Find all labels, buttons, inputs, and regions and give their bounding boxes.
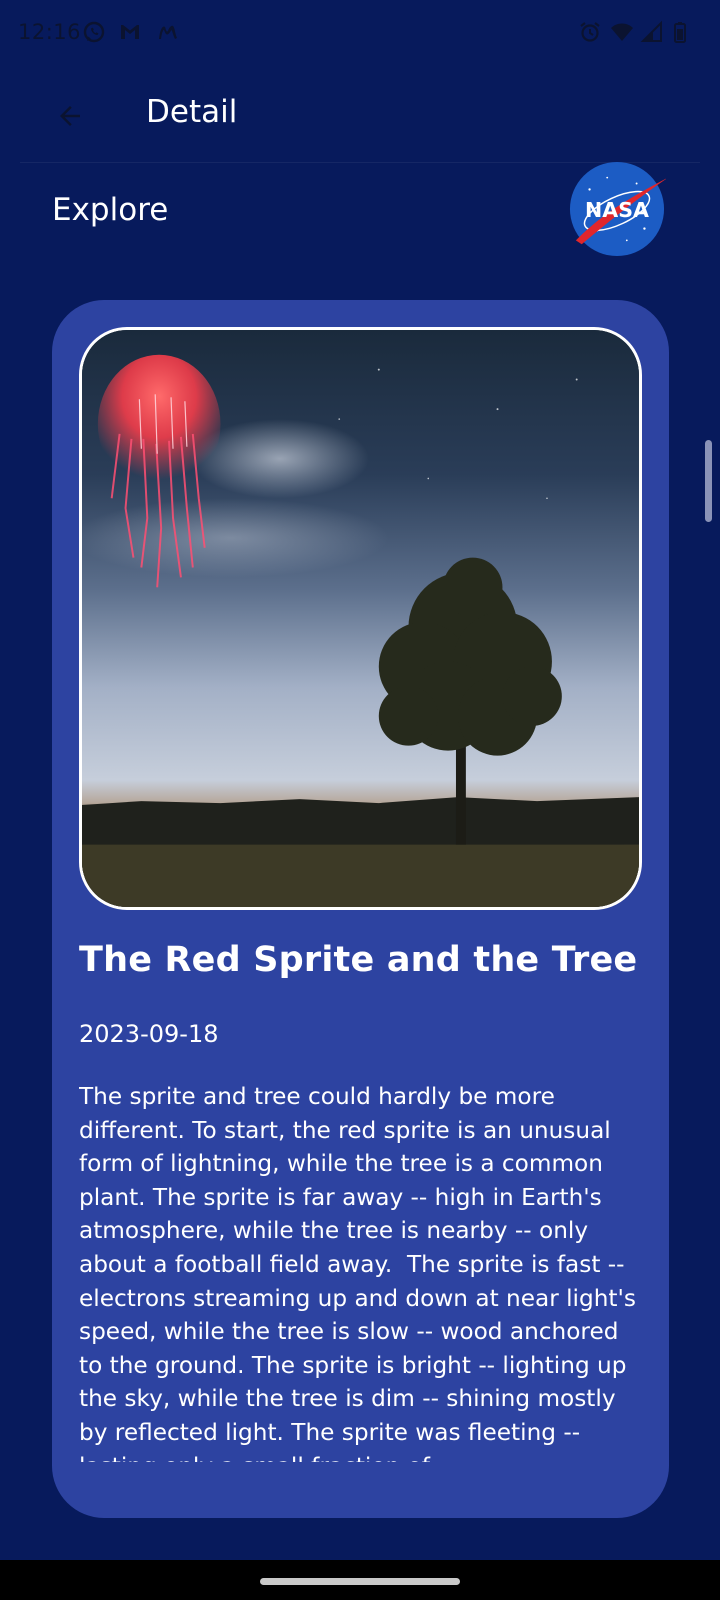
- nasa-logo-text: NASA: [585, 198, 649, 222]
- scrollbar[interactable]: [705, 440, 712, 522]
- item-title: The Red Sprite and the Tree: [79, 940, 638, 980]
- apod-card: The Red Sprite and the Tree 2023-09-18 T…: [52, 300, 669, 1518]
- movistar-icon: [156, 20, 180, 44]
- explore-heading: Explore: [52, 192, 169, 228]
- item-date: 2023-09-18: [79, 1020, 219, 1048]
- detail-screen: 12:16 Detail Explore NASA The Red Sprite…: [0, 0, 720, 1600]
- signal-icon: [640, 20, 664, 44]
- alarm-icon: [578, 20, 602, 44]
- apod-image: [79, 327, 642, 910]
- back-button[interactable]: [48, 94, 92, 138]
- nasa-logo: NASA: [568, 160, 666, 258]
- wifi-icon: [610, 20, 634, 44]
- navigation-bar: [0, 1560, 720, 1600]
- arrow-back-icon: [60, 106, 80, 126]
- top-app-bar: Detail: [0, 68, 720, 164]
- gmail-icon: [118, 20, 142, 44]
- whatsapp-icon: [82, 20, 106, 44]
- battery-icon: [668, 20, 692, 44]
- page-title: Detail: [146, 94, 238, 130]
- status-bar: 12:16: [0, 0, 720, 68]
- status-time: 12:16: [18, 20, 82, 44]
- item-explanation: The sprite and tree could hardly be more…: [79, 1083, 636, 1462]
- home-gesture-handle[interactable]: [260, 1578, 460, 1585]
